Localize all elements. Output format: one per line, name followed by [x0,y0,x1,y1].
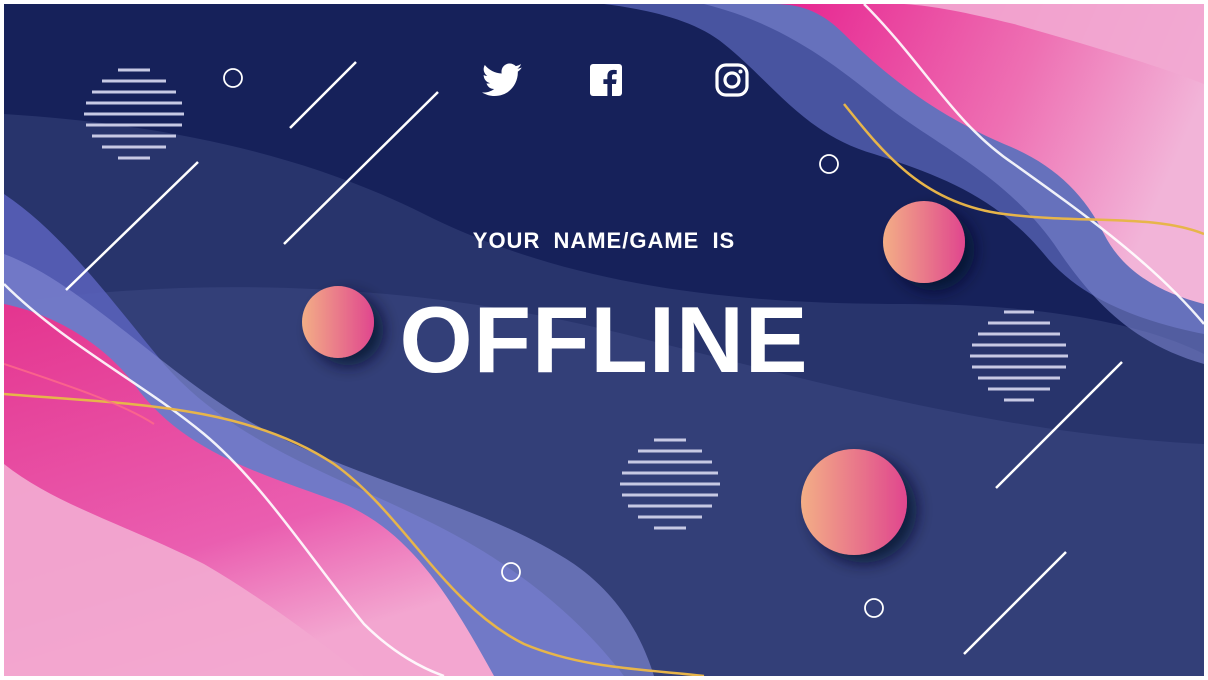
orb [801,449,907,555]
twitter-icon [478,58,526,102]
facebook-icon [588,58,624,102]
instagram-icon [712,58,752,102]
banner-subtitle: YOUR NAME/GAME IS [472,228,736,253]
banner-title: OFFLINE [399,287,809,392]
offline-banner: YOUR NAME/GAME IS OFFLINE [4,4,1204,676]
